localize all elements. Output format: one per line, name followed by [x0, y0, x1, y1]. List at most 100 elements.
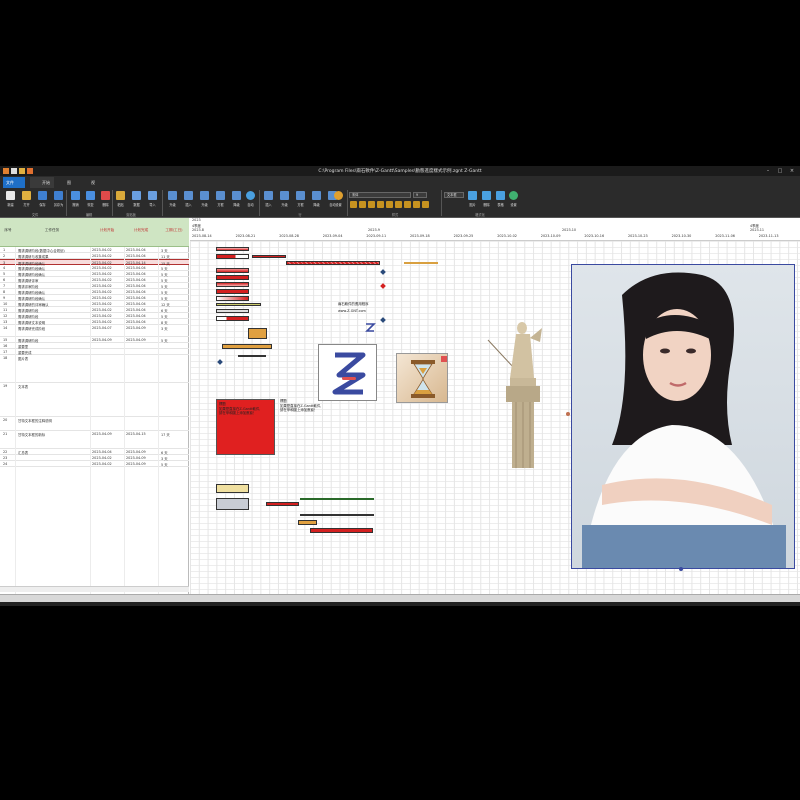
gantt-bar[interactable]: [216, 484, 249, 493]
border-color-button[interactable]: [422, 201, 429, 208]
underline-button[interactable]: [368, 201, 375, 208]
grid-icon: [132, 191, 141, 200]
table-row[interactable]: 19 文本表: [0, 383, 189, 417]
box-button-2[interactable]: 方框: [294, 190, 307, 210]
open-button[interactable]: 打开: [20, 190, 33, 210]
table-h-scrollbar[interactable]: [0, 586, 189, 592]
tab-home[interactable]: 开始: [30, 177, 54, 188]
gantt-bar[interactable]: [222, 344, 272, 349]
align-right-button[interactable]: [395, 201, 402, 208]
delete-button[interactable]: 删除: [99, 190, 112, 210]
font-color-button[interactable]: [404, 201, 411, 208]
resize-handle[interactable]: [679, 567, 683, 571]
logo-small-icon[interactable]: [364, 322, 376, 334]
object-settings-button[interactable]: 设置: [507, 190, 520, 210]
bold-button[interactable]: [350, 201, 357, 208]
gantt-bar[interactable]: [216, 268, 249, 273]
gantt-bar[interactable]: [216, 316, 249, 321]
close-icon[interactable]: ×: [788, 167, 796, 175]
portrait-photo[interactable]: [571, 264, 795, 569]
timeline-date: 2023-08-14: [192, 234, 212, 238]
note-box-plain[interactable]: 標題 如果是直接在Z-Gantt軟件, 請在甲和圖上添加數據！: [280, 399, 350, 429]
font-size-select[interactable]: 9: [413, 192, 427, 198]
gantt-bar[interactable]: [216, 254, 249, 259]
upgrade-button-2[interactable]: 升级: [198, 190, 211, 210]
auto-button[interactable]: 自动: [244, 190, 257, 210]
person-icon: [582, 272, 786, 568]
settings-button[interactable]: 设置: [332, 190, 345, 210]
gantt-bar[interactable]: [300, 514, 374, 516]
timeline-date: 2023-09-04: [322, 234, 343, 238]
redo-button[interactable]: 恢复: [84, 190, 97, 210]
paste-button[interactable]: 粘贴: [114, 190, 127, 210]
gantt-bar[interactable]: [248, 328, 267, 339]
save-button[interactable]: 保存: [36, 190, 49, 210]
row-start: 2023-04-02: [92, 266, 112, 270]
gantt-bar[interactable]: [216, 275, 249, 280]
fill-color-button[interactable]: [413, 201, 420, 208]
table-icon: [482, 191, 491, 200]
header-start[interactable]: 计划开始: [91, 228, 123, 233]
italic-button[interactable]: [359, 201, 366, 208]
gantt-bar[interactable]: [300, 498, 374, 500]
table-row[interactable]: 24 2023-04-02 2023-04-09 5 天: [0, 461, 189, 467]
gantt-bar[interactable]: [238, 355, 266, 357]
minimize-icon[interactable]: –: [764, 167, 772, 175]
group-style: 样式: [391, 213, 399, 217]
import-button[interactable]: 导入: [146, 190, 159, 210]
redo-icon: [86, 191, 95, 200]
undo-button[interactable]: 撤销: [69, 190, 82, 210]
table-row[interactable]: 20 甘特文本框的注释说明: [0, 417, 189, 431]
tab-view[interactable]: 视图: [82, 177, 100, 196]
gantt-bar[interactable]: [216, 282, 249, 287]
tab-file[interactable]: 文件: [3, 177, 25, 188]
row-duration: 17 天: [161, 433, 170, 437]
gantt-bar[interactable]: [404, 262, 438, 264]
gantt-bar[interactable]: [216, 247, 249, 251]
box-button[interactable]: 方框: [214, 190, 227, 210]
upgrade-button-3[interactable]: 升级: [278, 190, 291, 210]
downgrade-button[interactable]: 降级: [230, 190, 243, 210]
header-id[interactable]: 序号: [2, 228, 14, 233]
downgrade-button-2[interactable]: 降级: [310, 190, 323, 210]
gantt-bar[interactable]: [252, 255, 286, 258]
table-row[interactable]: 14 需求调研完成阶段 2023-04-07 2023-04-09 3 天: [0, 325, 189, 337]
row-id: 13: [3, 320, 8, 324]
upgrade-button[interactable]: 升级: [166, 190, 179, 210]
save-as-button[interactable]: 另存为: [52, 190, 65, 210]
resize-handle[interactable]: [566, 412, 570, 416]
rows-down-icon: [312, 191, 321, 200]
gantt-bar[interactable]: [216, 498, 249, 510]
header-end[interactable]: 计划完成: [125, 228, 157, 233]
close-icon[interactable]: [441, 356, 447, 362]
header-duration[interactable]: 工期(工日): [159, 228, 189, 233]
table-row[interactable]: 21 甘特文本框的新标 2023-04-09 2023-04-15 17 天: [0, 431, 189, 449]
textbox-select[interactable]: 文本框: [444, 192, 464, 198]
font-name-select[interactable]: 宋体: [349, 192, 411, 198]
gantt-bar[interactable]: [216, 296, 249, 301]
delete-object-button[interactable]: 删除: [480, 190, 493, 210]
tab-chart[interactable]: 图表: [58, 177, 76, 196]
gantt-bar[interactable]: [310, 528, 373, 533]
maximize-icon[interactable]: □: [776, 167, 784, 175]
insert-button[interactable]: 插入: [182, 190, 195, 210]
new-button[interactable]: 新建: [4, 190, 17, 210]
gantt-bar[interactable]: [216, 309, 249, 313]
format-button[interactable]: 表格: [494, 190, 507, 210]
gantt-bar[interactable]: [298, 520, 317, 525]
timeline-date: 2023-10-23: [628, 234, 648, 238]
logo-image[interactable]: [318, 344, 377, 401]
gantt-bar[interactable]: [216, 289, 249, 294]
table-row[interactable]: 18 图片表: [0, 355, 189, 383]
align-left-button[interactable]: [377, 201, 384, 208]
gantt-bar[interactable]: [216, 303, 261, 306]
data-button[interactable]: 数据: [130, 190, 143, 210]
gantt-bar[interactable]: [266, 502, 299, 506]
note-box-red[interactable]: 標題 如果是直接在Z-Gantt軟件, 請在甲和圖上添加數據！: [216, 399, 275, 455]
gantt-bar[interactable]: [286, 261, 380, 265]
header-task[interactable]: 工作任务: [16, 228, 88, 233]
insert-button-2[interactable]: 插入: [262, 190, 275, 210]
align-center-button[interactable]: [386, 201, 393, 208]
statue-photo[interactable]: [482, 308, 548, 468]
hourglass-photo[interactable]: [396, 353, 448, 403]
